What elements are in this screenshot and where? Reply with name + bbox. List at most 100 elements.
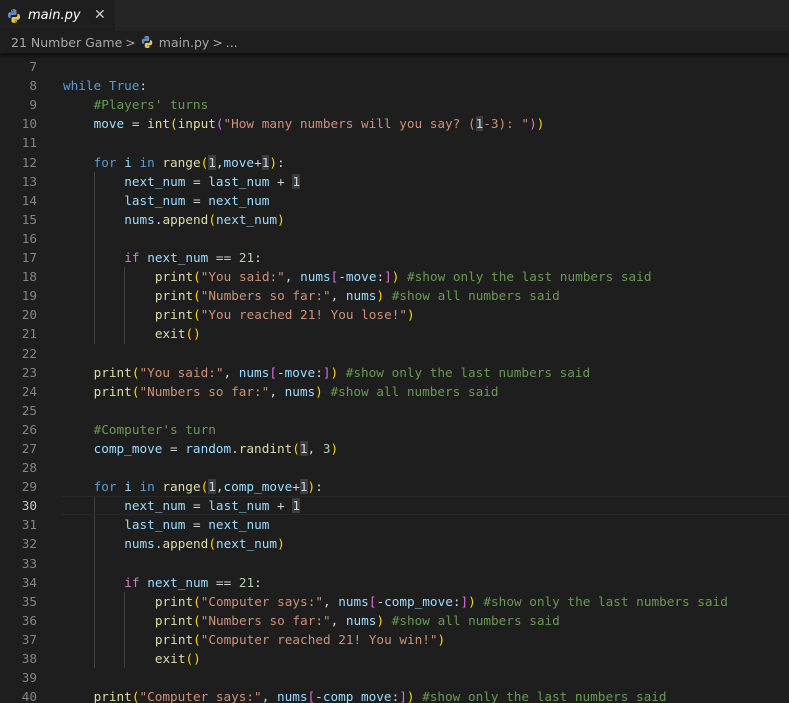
code-token: print	[154, 269, 194, 285]
code-line[interactable]: 23 print("You said:", nums[-move:]) #show…	[0, 363, 789, 382]
code-line[interactable]: 12 for i in range(1,move+1):	[0, 153, 789, 172]
line-number: 16	[21, 230, 37, 246]
breadcrumb-file[interactable]: main.py	[159, 35, 210, 50]
code-token: "Numbers so far:"	[200, 612, 331, 628]
code-token: comp_move	[384, 593, 453, 609]
code-token: 21	[238, 250, 255, 266]
code-line[interactable]: 13 next_num = last_num + 1	[0, 171, 789, 191]
code-line[interactable]: 36 print("Numbers so far:", nums) #show a…	[0, 610, 789, 630]
code-token: ==	[208, 250, 239, 266]
code-token: #show all numbers said	[330, 383, 499, 399]
tab-main-py[interactable]: main.py ✕	[0, 0, 115, 31]
code-line[interactable]: 28	[0, 458, 789, 477]
line-number: 19	[21, 288, 37, 304]
code-line[interactable]: 25	[0, 401, 789, 420]
code-token: +	[292, 479, 300, 495]
code-line[interactable]: 27 comp_move = random.randint(1, 3)	[0, 439, 789, 458]
code-token: (	[193, 269, 201, 285]
code-text: comp_move = random.randint(1, 3)	[94, 439, 338, 458]
indent-guide	[124, 610, 126, 630]
code-token: next_num	[147, 574, 209, 590]
code-line[interactable]: 22	[0, 344, 789, 363]
code-line[interactable]: 16	[0, 228, 789, 249]
code-line[interactable]: 34 if next_num == 21:	[0, 572, 789, 592]
code-text: print("Numbers so far:", nums) #show all…	[94, 382, 499, 401]
code-token: in	[139, 154, 155, 170]
code-token: print	[93, 364, 132, 380]
indent-guide	[93, 267, 95, 287]
code-line[interactable]: 37 print("Computer reached 21! You win!")	[0, 629, 789, 649]
code-text: move = int(input("How many numbers will …	[94, 114, 544, 133]
code-token: last_num	[124, 517, 186, 533]
code-token: .	[231, 440, 239, 456]
code-editor[interactable]: 678while True:9#Players' turns10move = i…	[0, 53, 789, 703]
code-line[interactable]: 18 print("You said:", nums[-move:]) #show…	[0, 267, 789, 287]
code-line[interactable]: 19 print("Numbers so far:", nums) #show a…	[0, 286, 789, 306]
code-line[interactable]: 15 nums.append(next_num)	[0, 209, 789, 229]
line-number: 20	[21, 307, 37, 323]
code-text: print("You said:", nums[-move:]) #show o…	[155, 267, 652, 286]
code-token: ]	[460, 593, 469, 609]
code-token: #Players' turns	[93, 97, 209, 113]
breadcrumb-more[interactable]: ...	[226, 35, 238, 50]
close-icon[interactable]: ✕	[94, 7, 106, 23]
code-token: append	[162, 211, 209, 227]
code-token: 1	[292, 498, 300, 514]
indent-guide	[93, 534, 95, 554]
code-token: ,	[284, 269, 301, 285]
line-number: 21	[21, 326, 37, 342]
line-number: 32	[21, 536, 37, 552]
code-token: (	[215, 116, 224, 132]
code-token: )	[468, 593, 476, 609]
line-number: 31	[21, 517, 37, 533]
code-line[interactable]: 40 print("Computer says:", nums[-comp_mov…	[0, 687, 789, 703]
code-token: 1	[292, 173, 300, 189]
code-token: (	[193, 307, 201, 323]
code-token: exit	[154, 326, 186, 342]
code-token: "How many numbers will you say? (	[223, 116, 476, 132]
chevron-right-icon: >	[212, 34, 223, 50]
code-token: )	[330, 440, 339, 456]
code-line[interactable]: 33	[0, 553, 789, 573]
code-line[interactable]: 30 next_num = last_num + 1	[0, 496, 789, 516]
code-token: print	[154, 631, 194, 647]
code-token: :	[254, 250, 262, 266]
code-line[interactable]: 32 nums.append(next_num)	[0, 534, 789, 554]
code-line[interactable]: 8 while True:	[0, 76, 789, 95]
code-text: if next_num == 21:	[124, 248, 262, 267]
code-line[interactable]: 14 last_num = next_num	[0, 190, 789, 210]
code-text: print("You reached 21! You lose!")	[155, 305, 415, 324]
code-token: ,	[215, 479, 224, 495]
code-text: for i in range(1,move+1):	[94, 153, 285, 172]
code-token: next_num	[147, 250, 209, 266]
code-token: while	[63, 78, 102, 94]
code-line[interactable]: 10 move = int(input("How many numbers wil…	[0, 114, 789, 133]
code-token: +	[269, 173, 293, 189]
code-line[interactable]: 38 exit()	[0, 649, 789, 669]
code-line[interactable]: 21 exit()	[0, 324, 789, 344]
code-line[interactable]: 31 last_num = next_num	[0, 515, 789, 535]
line-number: 17	[21, 250, 37, 266]
line-number: 11	[21, 135, 37, 151]
code-token: if	[124, 574, 140, 590]
code-line[interactable]: 9 #Players' turns	[0, 95, 789, 114]
code-line[interactable]: 26 #Computer's turn	[0, 420, 789, 439]
breadcrumb-folder[interactable]: 21 Number Game	[11, 35, 122, 50]
code-line[interactable]: 39	[0, 668, 789, 687]
line-number: 24	[21, 383, 37, 399]
code-line[interactable]: 20 print("You reached 21! You lose!")	[0, 305, 789, 325]
code-line[interactable]: 7	[0, 57, 789, 76]
code-token: "You reached 21! You lose!"	[200, 307, 407, 323]
indent-guide	[93, 228, 95, 249]
code-line[interactable]: 17 if next_num == 21:	[0, 248, 789, 268]
code-line[interactable]: 24 print("Numbers so far:", nums) #show a…	[0, 382, 789, 401]
code-token: next_num	[215, 536, 278, 552]
code-line[interactable]: 11	[0, 133, 789, 152]
code-line[interactable]: 29 for i in range(1,comp_move+1):	[0, 477, 789, 496]
line-number: 39	[21, 670, 37, 686]
code-token: randint	[238, 440, 293, 456]
code-token: ,	[223, 364, 239, 380]
code-line[interactable]: 35 print("Computer says:", nums[-comp_mov…	[0, 591, 789, 611]
